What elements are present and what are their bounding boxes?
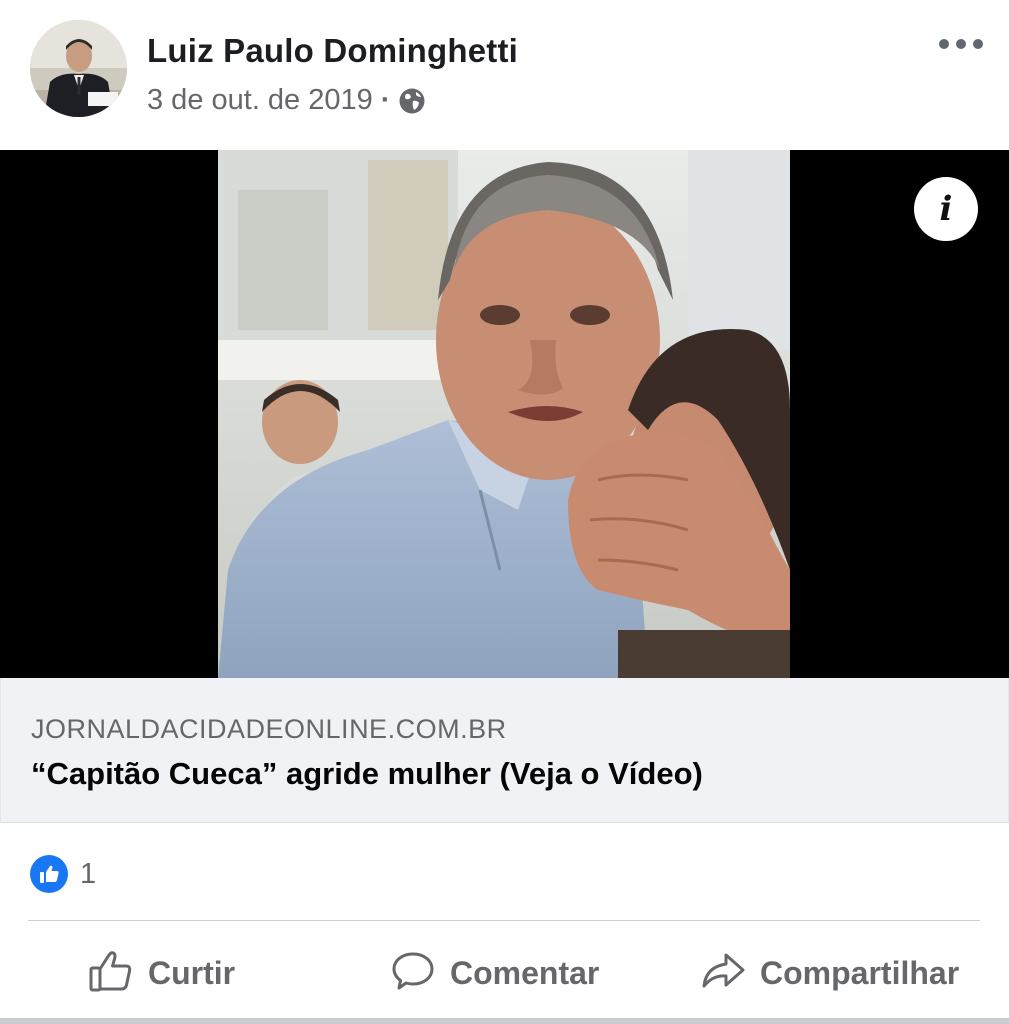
info-icon[interactable]: i: [914, 177, 978, 241]
share-button[interactable]: Compartilhar: [700, 930, 959, 1016]
post-date[interactable]: 3 de out. de 2019: [147, 84, 373, 117]
link-preview[interactable]: JORNALDACIDADEONLINE.COM.BR “Capitão Cue…: [0, 678, 1009, 823]
like-label: Curtir: [148, 954, 236, 991]
comment-button[interactable]: Comentar: [390, 930, 599, 1016]
post-bottom-border: [0, 1018, 1009, 1024]
post-header: Luiz Paulo Dominghetti 3 de out. de 2019…: [0, 0, 1009, 150]
post-meta: 3 de out. de 2019 ·: [147, 84, 426, 117]
author-name[interactable]: Luiz Paulo Dominghetti: [147, 32, 518, 70]
thumbnail-photo: [218, 150, 790, 678]
like-button[interactable]: Curtir: [88, 930, 235, 1016]
comment-label: Comentar: [450, 954, 600, 991]
thumbs-up-icon: [88, 948, 134, 999]
post-actions: Curtir Comentar Compartilhar: [0, 930, 1009, 1016]
reaction-summary[interactable]: 1: [30, 855, 97, 893]
avatar[interactable]: [30, 20, 127, 117]
share-arrow-icon: [700, 948, 746, 999]
video-thumbnail[interactable]: [0, 150, 1009, 678]
meta-separator: ·: [380, 84, 391, 116]
link-title[interactable]: “Capitão Cueca” agride mulher (Veja o Ví…: [31, 756, 703, 792]
reaction-count: 1: [80, 857, 97, 890]
globe-icon: [398, 87, 426, 115]
comment-bubble-icon: [390, 948, 436, 999]
divider: [28, 920, 980, 921]
link-domain: JORNALDACIDADEONLINE.COM.BR: [31, 714, 507, 744]
share-label: Compartilhar: [760, 954, 960, 991]
like-reaction-icon: [30, 855, 68, 893]
avatar-photo: [30, 20, 127, 117]
more-options-icon[interactable]: [938, 30, 984, 58]
